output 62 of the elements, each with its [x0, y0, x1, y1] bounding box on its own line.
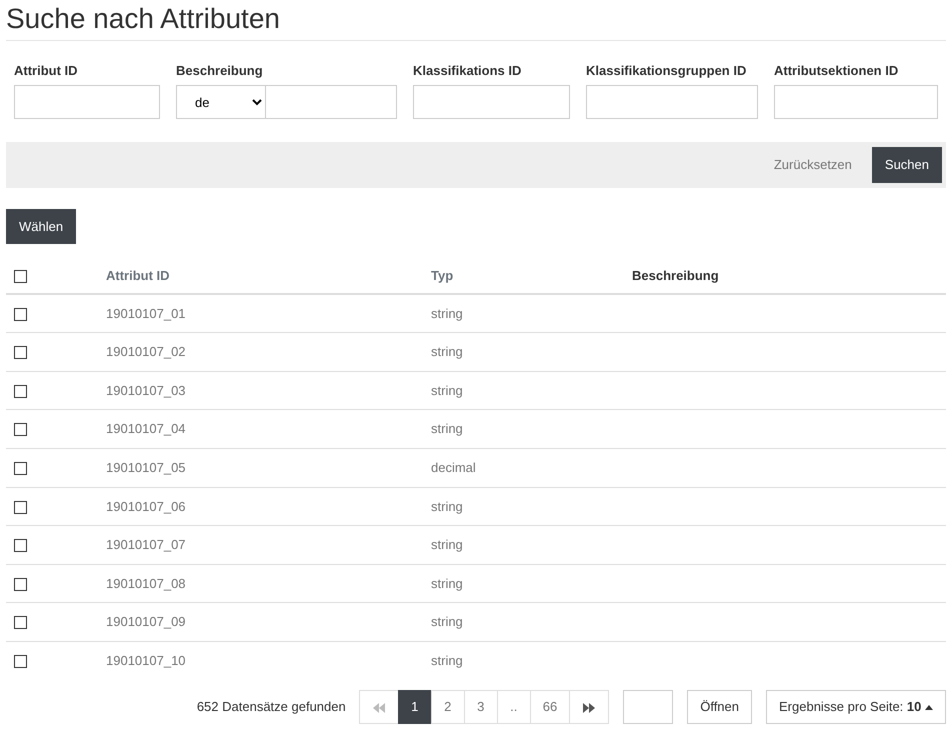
- table-cell: string: [431, 576, 463, 591]
- table-cell: 19010107_10: [106, 653, 186, 668]
- table-cell: 19010107_08: [106, 576, 186, 591]
- table-cell: 19010107_04: [106, 421, 186, 436]
- row-checkbox[interactable]: [14, 423, 27, 436]
- select-all-checkbox[interactable]: [14, 270, 27, 283]
- select-button[interactable]: Wählen: [6, 208, 76, 244]
- input-field[interactable]: [586, 85, 758, 120]
- table-cell: 19010107_09: [106, 614, 186, 630]
- field-label: Beschreibung: [176, 62, 264, 80]
- row-checkbox[interactable]: [14, 308, 27, 321]
- double-left-icon: [372, 702, 386, 714]
- field-label: Attributsektionen ID: [774, 62, 900, 80]
- table-cell: string: [431, 421, 463, 436]
- page-button[interactable]: 2: [430, 690, 465, 724]
- table-cell: 19010107_07: [106, 537, 186, 552]
- page-button[interactable]: ..: [496, 690, 531, 724]
- table-cell: string: [431, 382, 463, 398]
- table-cell: decimal: [431, 460, 476, 476]
- row-checkbox[interactable]: [14, 616, 27, 630]
- column-header: Beschreibung: [632, 268, 719, 283]
- field-label: Klassifikationsgruppen ID: [586, 62, 748, 80]
- page-number-field[interactable]: [623, 690, 674, 724]
- table-cell: 19010107_06: [106, 498, 186, 514]
- page-title: Suche nach Attributen: [6, 2, 946, 41]
- row-checkbox[interactable]: [14, 462, 27, 476]
- field-label: Klassifikations ID: [413, 62, 522, 80]
- row-checkbox[interactable]: [14, 346, 27, 360]
- table-cell: string: [431, 653, 463, 668]
- table-cell: string: [431, 537, 463, 552]
- row-checkbox[interactable]: [14, 500, 27, 514]
- table-cell: string: [431, 498, 463, 514]
- row-checkbox[interactable]: [14, 384, 27, 398]
- caret-icon: [925, 705, 933, 710]
- page-button[interactable]: 3: [464, 690, 498, 724]
- table-cell: string: [431, 614, 463, 630]
- row-checkbox[interactable]: [14, 578, 27, 591]
- sort-link[interactable]: Typ: [431, 268, 454, 283]
- double-right-icon: [582, 702, 596, 714]
- table-cell: 19010107_05: [106, 460, 186, 476]
- table-cell: 19010107_01: [106, 306, 186, 321]
- field-label: Attribut ID: [14, 62, 79, 80]
- table-cell: string: [431, 344, 463, 360]
- input-field[interactable]: [413, 85, 570, 120]
- record-count: 652 Datensätze gefunden: [196, 698, 346, 716]
- row-checkbox[interactable]: [14, 655, 27, 668]
- per-page-dropdown[interactable]: Ergebnisse pro Seite: 10: [766, 690, 946, 724]
- page-button[interactable]: 1: [398, 690, 432, 724]
- input-field[interactable]: [14, 85, 160, 120]
- row-checkbox[interactable]: [14, 539, 27, 552]
- sort-link[interactable]: Attribut ID: [106, 268, 170, 283]
- reset-link[interactable]: Zurücksetzen: [768, 154, 858, 176]
- last-page-button[interactable]: [569, 690, 610, 724]
- open-button[interactable]: Öffnen: [687, 690, 752, 724]
- description-field[interactable]: [266, 85, 397, 120]
- table-cell: 19010107_03: [106, 382, 186, 398]
- page-button[interactable]: 66: [530, 690, 570, 724]
- table-cell: 19010107_02: [106, 344, 186, 360]
- table-cell: string: [431, 306, 463, 321]
- input-field[interactable]: [774, 85, 938, 120]
- language-select[interactable]: de: [176, 85, 266, 120]
- search-button[interactable]: Suchen: [872, 147, 942, 183]
